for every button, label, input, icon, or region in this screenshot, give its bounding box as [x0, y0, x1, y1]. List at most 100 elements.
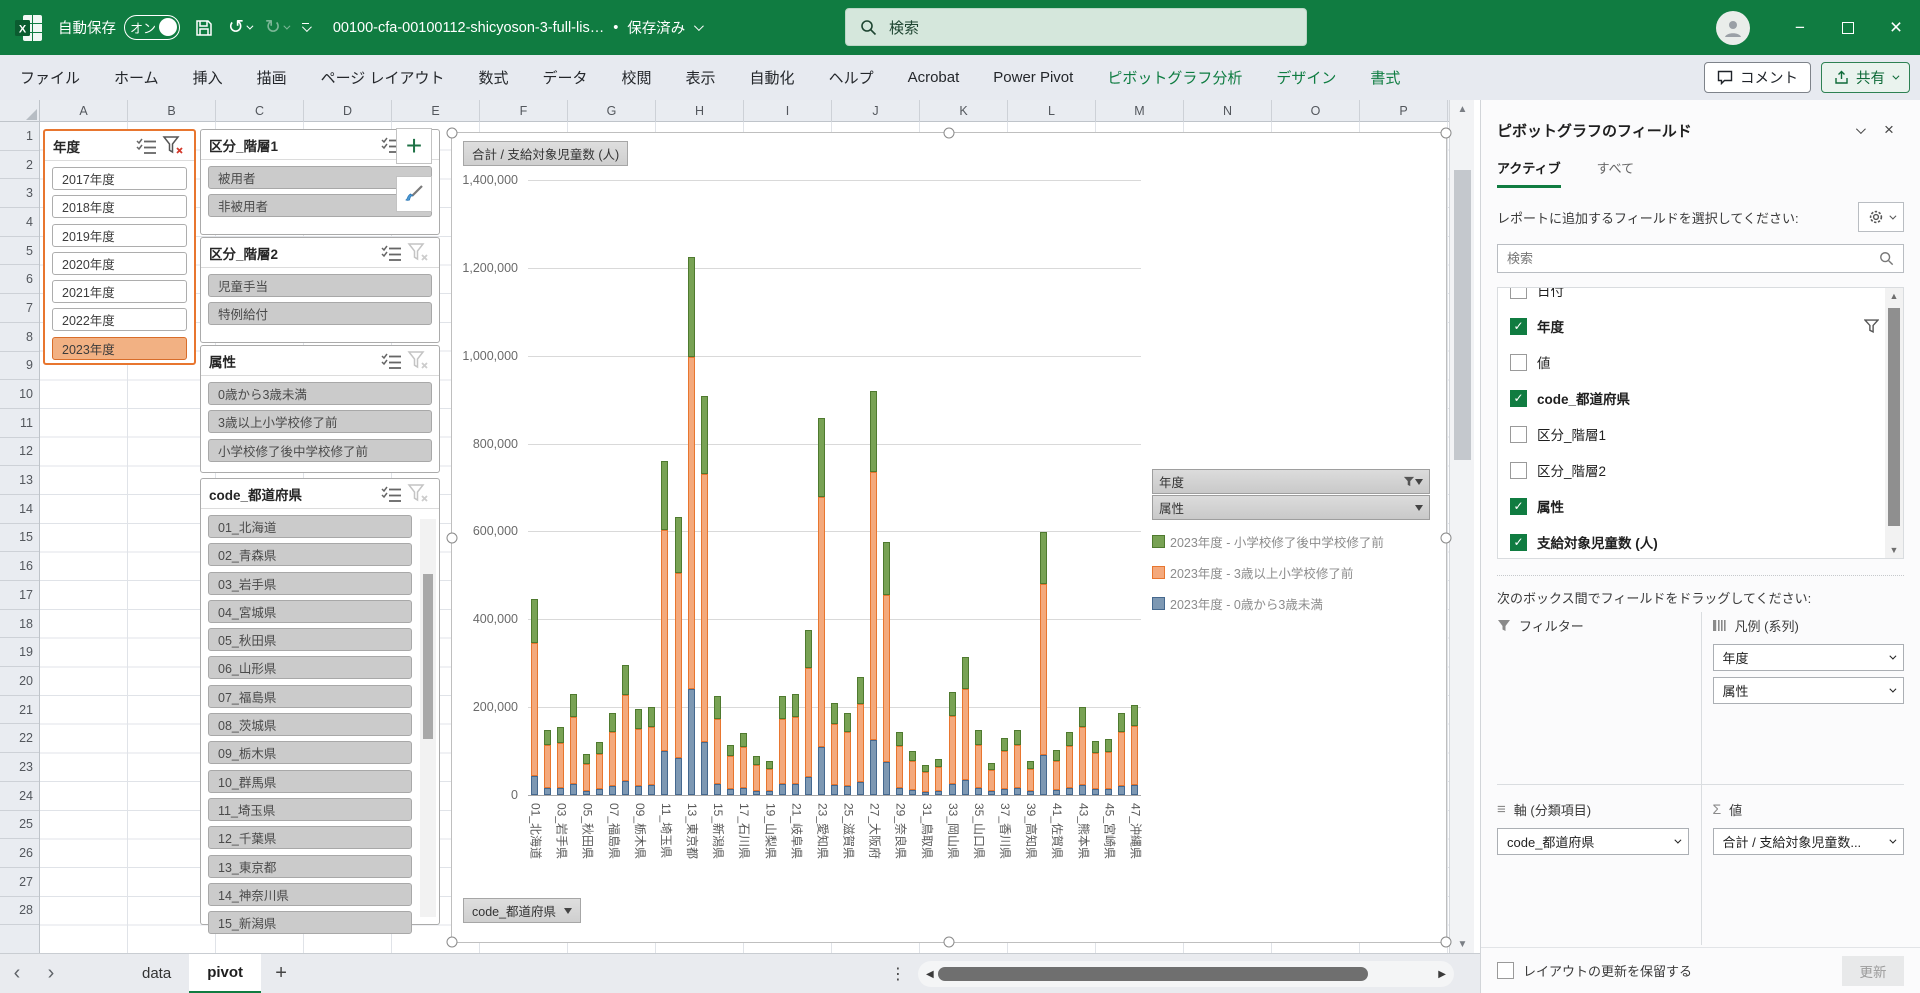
field-item-1[interactable]: ✓ 年度 [1498, 308, 1883, 344]
slicer-item[interactable]: 2019年度 [52, 223, 187, 247]
sheet-nav-next-icon[interactable]: › [34, 962, 68, 985]
tools-button[interactable] [1858, 202, 1904, 232]
ribbon-tab-9[interactable]: 自動化 [750, 67, 795, 88]
more-options-icon[interactable]: ⋮ [890, 964, 906, 984]
field-item-0[interactable]: 日付 [1498, 288, 1883, 308]
field-item-7[interactable]: ✓ 支給対象児童数 (人) [1498, 524, 1883, 558]
ribbon-tab-0[interactable]: ファイル [20, 67, 80, 88]
sheet-nav-prev-icon[interactable]: ‹ [0, 962, 34, 985]
sheet-tab-data[interactable]: data [124, 954, 189, 993]
clear-filter-icon[interactable] [405, 242, 431, 264]
chart-styles-button[interactable] [396, 176, 432, 212]
excel-app-icon[interactable]: X [14, 13, 44, 43]
ribbon-tab-10[interactable]: ヘルプ [829, 67, 874, 88]
ribbon-tab-15[interactable]: 書式 [1370, 67, 1400, 88]
row-header-26[interactable]: 26 [0, 839, 39, 868]
area-field-chip[interactable]: 年度 [1712, 644, 1904, 671]
autosave-toggle[interactable]: オン [124, 15, 180, 40]
slicer-item[interactable]: 11_埼玉県 [208, 797, 412, 821]
row-header-6[interactable]: 6 [0, 265, 39, 295]
row-header-2[interactable]: 2 [0, 151, 39, 180]
ribbon-tab-2[interactable]: 挿入 [193, 67, 223, 88]
row-header-13[interactable]: 13 [0, 466, 39, 495]
field-filter-icon[interactable] [1864, 319, 1879, 333]
slicer-scrollbar[interactable] [420, 519, 436, 917]
column-header-C[interactable]: C [216, 100, 304, 122]
ribbon-tab-14[interactable]: デザイン [1276, 67, 1336, 88]
share-dropdown-icon[interactable] [1892, 72, 1900, 80]
clear-filter-icon[interactable] [405, 483, 431, 505]
slicer-scroll-thumb[interactable] [423, 574, 433, 739]
chip-dropdown-icon[interactable] [1673, 836, 1681, 844]
slicer-nendo[interactable]: 年度 2017年度 2018年度 2019年度 2020年度 2021年度 2022年度 20… [43, 129, 196, 365]
slicer-item[interactable]: 09_栃木県 [208, 741, 412, 765]
minimize-button[interactable]: − [1776, 0, 1824, 55]
slicer-item[interactable]: 04_宮城県 [208, 599, 412, 623]
ribbon-tab-8[interactable]: 表示 [686, 67, 716, 88]
field-checkbox[interactable]: ✓ [1510, 389, 1527, 407]
row-header-19[interactable]: 19 [0, 638, 39, 668]
ribbon-tab-4[interactable]: ページ レイアウト [321, 67, 445, 88]
slicer-item[interactable]: 08_茨城県 [208, 713, 412, 737]
area-field-chip[interactable]: 合計 / 支給対象児童数... [1712, 828, 1904, 855]
slicer-item[interactable]: 06_山形県 [208, 656, 412, 680]
slicer-item[interactable]: 2022年度 [52, 308, 187, 332]
field-item-4[interactable]: 区分_階層1 [1498, 416, 1883, 452]
legend-field-button[interactable]: 属性 [1152, 495, 1430, 520]
column-header-L[interactable]: L [1008, 100, 1096, 122]
multi-select-icon[interactable] [379, 242, 405, 264]
slicer-item[interactable]: 02_青森県 [208, 543, 412, 567]
field-checkbox[interactable]: ✓ [1510, 497, 1527, 515]
area-field-chip[interactable]: code_都道府県 [1497, 828, 1689, 855]
document-title[interactable]: 00100-cfa-00100112-shicyoson-3-full-lis… [333, 20, 604, 36]
ribbon-tab-1[interactable]: ホーム [114, 67, 159, 88]
field-item-3[interactable]: ✓ code_都道府県 [1498, 380, 1883, 416]
slicer-item[interactable]: 2023年度 [52, 336, 187, 360]
column-header-H[interactable]: H [656, 100, 744, 122]
axis-area[interactable]: ≡ 軸 (分類項目) code_都道府県 [1497, 796, 1701, 855]
column-header-P[interactable]: P [1360, 100, 1448, 122]
scroll-left-icon[interactable]: ◀ [926, 969, 934, 980]
select-all-corner[interactable] [0, 100, 40, 122]
row-header-11[interactable]: 11 [0, 409, 39, 438]
chart-handle[interactable] [1440, 532, 1452, 543]
scroll-right-icon[interactable]: ▶ [1438, 969, 1446, 980]
pivot-chart[interactable]: 合計 / 支給対象児童数 (人) 0 200,000 400,000 600,000 8… [446, 127, 1452, 948]
column-header-B[interactable]: B [128, 100, 216, 122]
slicer-item[interactable]: 07_福島県 [208, 684, 412, 708]
multi-select-icon[interactable] [379, 483, 405, 505]
pane-tab-1[interactable]: すべて [1597, 158, 1635, 188]
column-header-I[interactable]: I [744, 100, 832, 122]
slicer-item[interactable]: 13_東京都 [208, 854, 412, 878]
row-header-1[interactable]: 1 [0, 122, 39, 151]
slicer-kubun-kaiso2[interactable]: 区分_階層2 児童手当 特例給付 [200, 237, 440, 343]
slicer-item[interactable]: 03_岩手県 [208, 571, 412, 595]
fields-search[interactable] [1497, 244, 1904, 273]
slicer-item[interactable]: 12_千葉県 [208, 826, 412, 850]
column-header-K[interactable]: K [920, 100, 1008, 122]
slicer-item[interactable]: 2018年度 [52, 195, 187, 219]
field-item-6[interactable]: ✓ 属性 [1498, 488, 1883, 524]
row-header-17[interactable]: 17 [0, 581, 39, 610]
slicer-zokusei[interactable]: 属性 0歳から3歳未満 3歳以上小学校修了前 小学校修了後中学校修了前 [200, 345, 440, 473]
field-checkbox[interactable] [1510, 353, 1527, 371]
slicer-item[interactable]: 特例給付 [208, 302, 432, 326]
share-button[interactable]: 共有 [1821, 62, 1910, 93]
slicer-item[interactable]: 2017年度 [52, 167, 187, 190]
column-header-A[interactable]: A [40, 100, 128, 122]
account-avatar[interactable] [1716, 10, 1750, 45]
row-header-27[interactable]: 27 [0, 868, 39, 897]
column-header-E[interactable]: E [392, 100, 480, 122]
scroll-up-icon[interactable]: ▲ [1450, 100, 1475, 118]
slicer-item[interactable]: 05_秋田県 [208, 628, 412, 652]
value-field-button[interactable]: 合計 / 支給対象児童数 (人) [463, 141, 629, 166]
row-header-18[interactable]: 18 [0, 610, 39, 639]
chart-handle[interactable] [446, 936, 458, 948]
slicer-item[interactable]: 児童手当 [208, 274, 432, 297]
row-header-21[interactable]: 21 [0, 696, 39, 725]
ribbon-tab-11[interactable]: Acrobat [908, 69, 960, 86]
row-header-14[interactable]: 14 [0, 495, 39, 524]
undo-dropdown-icon[interactable] [246, 22, 254, 30]
slicer-item[interactable]: 10_群馬県 [208, 769, 412, 793]
autosave-control[interactable]: 自動保存 オン [58, 15, 180, 40]
